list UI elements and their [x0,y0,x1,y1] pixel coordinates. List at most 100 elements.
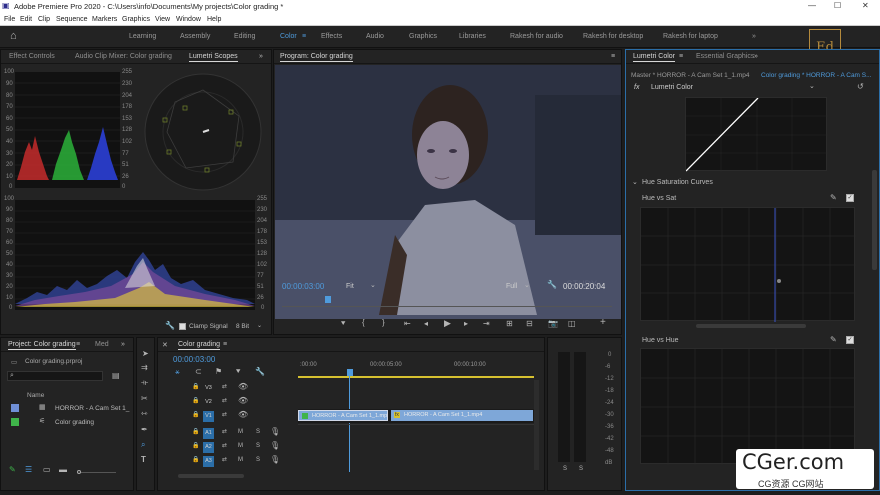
video-clip-1[interactable]: HORROR - A Cam Set 1_1.mp [298,410,388,421]
project-search-input[interactable]: ⌕ [7,371,103,381]
sync-lock-icon[interactable]: ⇄ [222,384,227,390]
eye-icon[interactable]: 👁 [238,383,248,391]
lock-icon[interactable]: 🔒 [192,398,199,404]
slip-tool-icon[interactable]: ⇿ [141,410,148,418]
track-label-v2[interactable]: V2 [203,397,214,408]
lumetri-menu-icon[interactable]: ≡ [679,53,683,60]
timeline-playhead-handle[interactable] [347,369,353,376]
solo-left-button[interactable]: S [563,466,567,472]
workspace-menu-icon[interactable]: ≡ [302,33,306,40]
linked-selection-icon[interactable]: ⊂ [195,368,202,376]
export-frame-icon[interactable]: 📷 [548,320,558,328]
sequence-clip-label[interactable]: Color grading * HORROR - A Cam S... [761,72,872,79]
timeline-title[interactable]: Color grading [178,341,221,350]
eyedropper-icon-2[interactable]: ✎ [830,336,837,344]
track-label-a2[interactable]: A2 [203,442,214,453]
program-title[interactable]: Program: Color grading [280,53,353,62]
section-collapse-icon[interactable]: ⌄ [632,178,638,186]
solo-button[interactable]: S [256,457,260,463]
workspace-libraries[interactable]: Libraries [459,33,486,40]
lumetri-scrollbar[interactable] [872,170,877,270]
menu-sequence[interactable]: Sequence [56,16,88,23]
zoom-slider[interactable] [81,472,116,473]
bit-depth-select[interactable]: 8 Bit [236,323,249,330]
tab-lumetri-color[interactable]: Lumetri Color [633,53,676,62]
lumetri-more-icon[interactable]: » [754,53,758,60]
bit-dropdown-icon[interactable]: ⌄ [257,322,262,329]
workspace-rakesh-audio[interactable]: Rakesh for audio [510,33,563,40]
hue-vs-sat-checkbox[interactable]: ✓ [846,194,854,202]
timeline-settings-icon[interactable]: 🔧 [255,368,265,376]
eye-icon[interactable]: 👁 [238,397,248,405]
microphone-icon[interactable]: 🎙 [270,456,280,464]
go-to-in-icon[interactable]: ⇤ [404,320,411,328]
workspace-learning[interactable]: Learning [129,33,156,40]
rgb-curve-graph[interactable] [685,97,828,172]
list-view-icon[interactable]: ☰ [25,466,32,474]
track-label-v1[interactable]: V1 [203,411,214,422]
maximize-button[interactable]: ☐ [834,1,841,10]
insert-icon[interactable]: ⊞ [506,320,513,328]
sync-lock-icon[interactable]: ⇄ [222,457,227,463]
effect-name[interactable]: Lumetri Color [651,84,693,91]
panel-more-icon[interactable]: » [259,53,263,60]
add-marker-icon[interactable]: ⯆ [340,320,346,328]
settings-wrench-icon[interactable]: 🔧 [547,281,557,289]
snap-icon[interactable]: ⚹ [175,368,180,376]
lock-icon[interactable]: 🔒 [192,443,199,449]
mute-button[interactable]: M [238,457,243,463]
lock-icon[interactable]: 🔒 [192,412,199,418]
go-to-out-icon[interactable]: ⇥ [483,320,490,328]
tab-project[interactable]: Project: Color grading [8,341,76,350]
comparison-view-icon[interactable]: ◫ [568,320,576,328]
ripple-edit-tool-icon[interactable]: ⟛ [141,379,148,387]
mute-button[interactable]: M [238,443,243,449]
timeline-zoom-scrollbar[interactable] [178,474,244,478]
close-button[interactable]: ✕ [862,1,869,10]
clamp-signal-checkbox[interactable] [179,323,186,330]
menu-help[interactable]: Help [207,16,221,23]
microphone-icon[interactable]: 🎙 [270,442,280,450]
workspace-audio[interactable]: Audio [366,33,384,40]
program-menu-icon[interactable]: ≡ [611,53,615,60]
freeform-view-icon[interactable]: ▬ [59,466,67,474]
eyedropper-icon[interactable]: ✎ [830,194,837,202]
sync-lock-icon[interactable]: ⇄ [222,429,227,435]
pen-tool-icon[interactable]: ✒ [141,426,148,434]
workspace-rakesh-desktop[interactable]: Rakesh for desktop [583,33,643,40]
hue-saturation-section[interactable]: Hue Saturation Curves [642,179,713,186]
workspace-rakesh-laptop[interactable]: Rakesh for laptop [663,33,718,40]
add-button-icon[interactable]: + [600,318,606,328]
tab-effect-controls[interactable]: Effect Controls [9,53,55,60]
solo-button[interactable]: S [256,443,260,449]
list-item[interactable]: ⚟ Color grading [1,415,133,429]
home-icon[interactable]: ⌂ [10,31,17,42]
name-column-header[interactable]: Name [27,392,44,399]
sync-lock-icon[interactable]: ⇄ [222,412,227,418]
master-clip-label[interactable]: Master * HORROR - A Cam Set 1_1.mp4 [631,72,749,79]
play-icon[interactable]: ▶ [444,319,451,328]
type-tool-icon[interactable]: T [141,456,146,464]
menu-markers[interactable]: Markers [92,16,117,23]
hue-vs-hue-graph[interactable] [640,348,856,465]
timeline-vertical-scrollbar[interactable] [534,380,539,470]
razor-tool-icon[interactable]: ✂ [141,395,148,403]
sync-lock-icon[interactable]: ⇄ [222,443,227,449]
lock-icon[interactable]: 🔒 [192,429,199,435]
quality-select[interactable]: Full [506,283,517,290]
work-area-bar[interactable] [298,376,534,378]
marker-icon[interactable]: ⯆ [235,368,241,376]
fit-select[interactable]: Fit [346,283,354,290]
menu-graphics[interactable]: Graphics [122,16,150,23]
workspace-effects[interactable]: Effects [321,33,342,40]
mark-in-icon[interactable]: { [362,319,365,327]
minimize-button[interactable]: — [808,1,816,10]
pen-icon[interactable]: ✎ [9,466,16,474]
menu-view[interactable]: View [155,16,170,23]
program-playhead[interactable] [325,296,331,303]
step-forward-icon[interactable]: ▸ [464,320,468,328]
hand-tool-icon[interactable]: ⌕ [141,441,145,449]
new-bin-icon[interactable]: ▤ [112,372,120,380]
list-item[interactable]: ▦ HORROR - A Cam Set 1_ [1,401,133,415]
solo-right-button[interactable]: S [579,466,583,472]
